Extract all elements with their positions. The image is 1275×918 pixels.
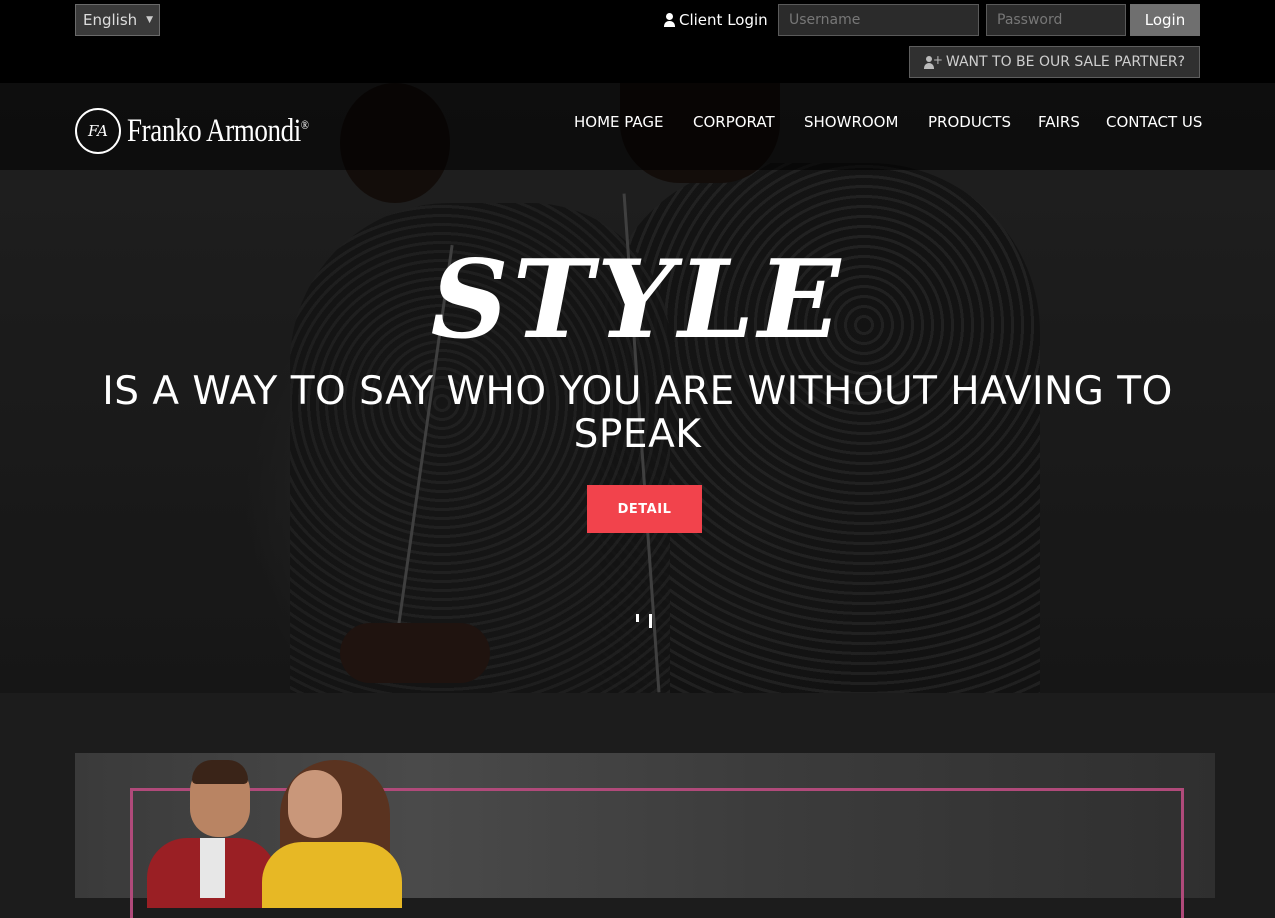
- monogram-text: FA: [88, 122, 108, 140]
- slider-dot[interactable]: [636, 614, 639, 622]
- monogram-seal-icon: FA: [75, 108, 121, 154]
- hero-headline: STYLE: [430, 237, 845, 363]
- nav-fairs[interactable]: FAIRS: [1038, 113, 1080, 133]
- client-login-text: Client Login: [679, 11, 768, 29]
- username-input[interactable]: [778, 4, 979, 36]
- slider-dot-active[interactable]: [649, 614, 652, 628]
- nav-home-page[interactable]: HOME PAGE: [574, 113, 663, 133]
- chevron-down-icon: ▼: [146, 15, 153, 25]
- nav-showroom[interactable]: SHOWROOM: [804, 113, 898, 133]
- password-input[interactable]: [986, 4, 1126, 36]
- nav-contact-us[interactable]: CONTACT US: [1106, 113, 1202, 133]
- nav-products[interactable]: PRODUCTS: [928, 113, 1011, 133]
- brand-logo[interactable]: FA Franko Armondi®: [75, 106, 348, 156]
- sale-partner-button[interactable]: WANT TO BE OUR SALE PARTNER?: [909, 46, 1200, 78]
- client-login-label: Client Login: [664, 9, 768, 31]
- registered-mark: ®: [300, 116, 309, 132]
- promo-model-man-hair: [192, 760, 248, 784]
- language-select[interactable]: English ▼: [75, 4, 160, 36]
- sale-partner-label: WANT TO BE OUR SALE PARTNER?: [945, 54, 1186, 70]
- detail-button[interactable]: DETAIL: [587, 485, 702, 533]
- login-button[interactable]: Login: [1130, 4, 1200, 36]
- brand-name-text: Franko Armondi: [127, 112, 301, 149]
- user-icon: [664, 13, 675, 27]
- language-value: English: [83, 11, 138, 29]
- user-plus-icon: [923, 53, 943, 69]
- nav-corporat[interactable]: CORPORAT: [693, 113, 775, 133]
- hero-tagline: IS A WAY TO SAY WHO YOU ARE WITHOUT HAVI…: [102, 369, 1173, 457]
- promo-model-man-shirt: [200, 838, 225, 898]
- promo-model-woman-jacket: [262, 842, 402, 908]
- promo-model-woman-head: [288, 770, 342, 838]
- brand-name: Franko Armondi®: [127, 113, 309, 150]
- slider-pager[interactable]: [636, 614, 656, 628]
